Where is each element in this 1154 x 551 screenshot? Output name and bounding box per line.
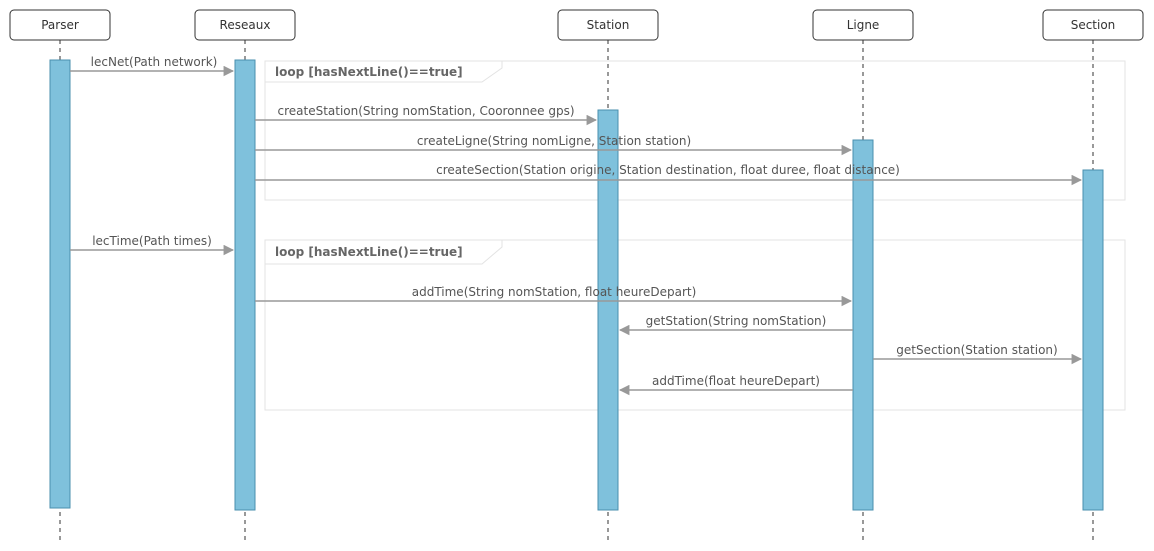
message-label: createSection(Station origine, Station d… xyxy=(436,163,900,177)
message-createstation: createStation(String nomStation, Cooronn… xyxy=(255,104,598,126)
message-label: addTime(String nomStation, float heureDe… xyxy=(412,285,697,299)
message-createligne: createLigne(String nomLigne, Station sta… xyxy=(255,134,853,156)
participant-ligne[interactable]: Ligne xyxy=(812,9,914,41)
activation-reseaux xyxy=(234,59,256,511)
message-addtime-station: addTime(float heureDepart) xyxy=(618,374,853,396)
message-label: createLigne(String nomLigne, Station sta… xyxy=(417,134,691,148)
loop-label: loop [hasNextLine()==true] xyxy=(275,245,463,259)
activation-parser xyxy=(49,59,71,509)
message-createsection: createSection(Station origine, Station d… xyxy=(255,163,1083,186)
message-label: createStation(String nomStation, Cooronn… xyxy=(277,104,574,118)
message-getstation: getStation(String nomStation) xyxy=(618,314,853,336)
activation-section xyxy=(1082,169,1104,511)
loop-frame-1: loop [hasNextLine()==true] xyxy=(264,60,1126,201)
message-label: getSection(Station station) xyxy=(896,343,1057,357)
message-lectime: lecTime(Path times) xyxy=(70,234,235,256)
sequence-diagram: loop [hasNextLine()==true] loop [hasNext… xyxy=(9,9,1144,540)
participant-label: Ligne xyxy=(847,18,880,32)
message-label: lecNet(Path network) xyxy=(91,55,218,69)
message-label: addTime(float heureDepart) xyxy=(652,374,820,388)
participant-label: Section xyxy=(1071,18,1116,32)
loop-label: loop [hasNextLine()==true] xyxy=(275,65,463,79)
message-label: lecTime(Path times) xyxy=(92,234,212,248)
participant-reseaux[interactable]: Reseaux xyxy=(194,9,296,41)
activation-ligne xyxy=(852,139,874,511)
participant-label: Station xyxy=(587,18,630,32)
message-getsection: getSection(Station station) xyxy=(873,343,1083,365)
participant-label: Reseaux xyxy=(220,18,271,32)
participant-label: Parser xyxy=(41,18,79,32)
participant-station[interactable]: Station xyxy=(557,9,659,41)
message-addtime-ligne: addTime(String nomStation, float heureDe… xyxy=(255,285,853,307)
message-lecnet: lecNet(Path network) xyxy=(70,55,235,77)
message-label: getStation(String nomStation) xyxy=(646,314,827,328)
participant-parser[interactable]: Parser xyxy=(9,9,111,41)
participant-section[interactable]: Section xyxy=(1042,9,1144,41)
